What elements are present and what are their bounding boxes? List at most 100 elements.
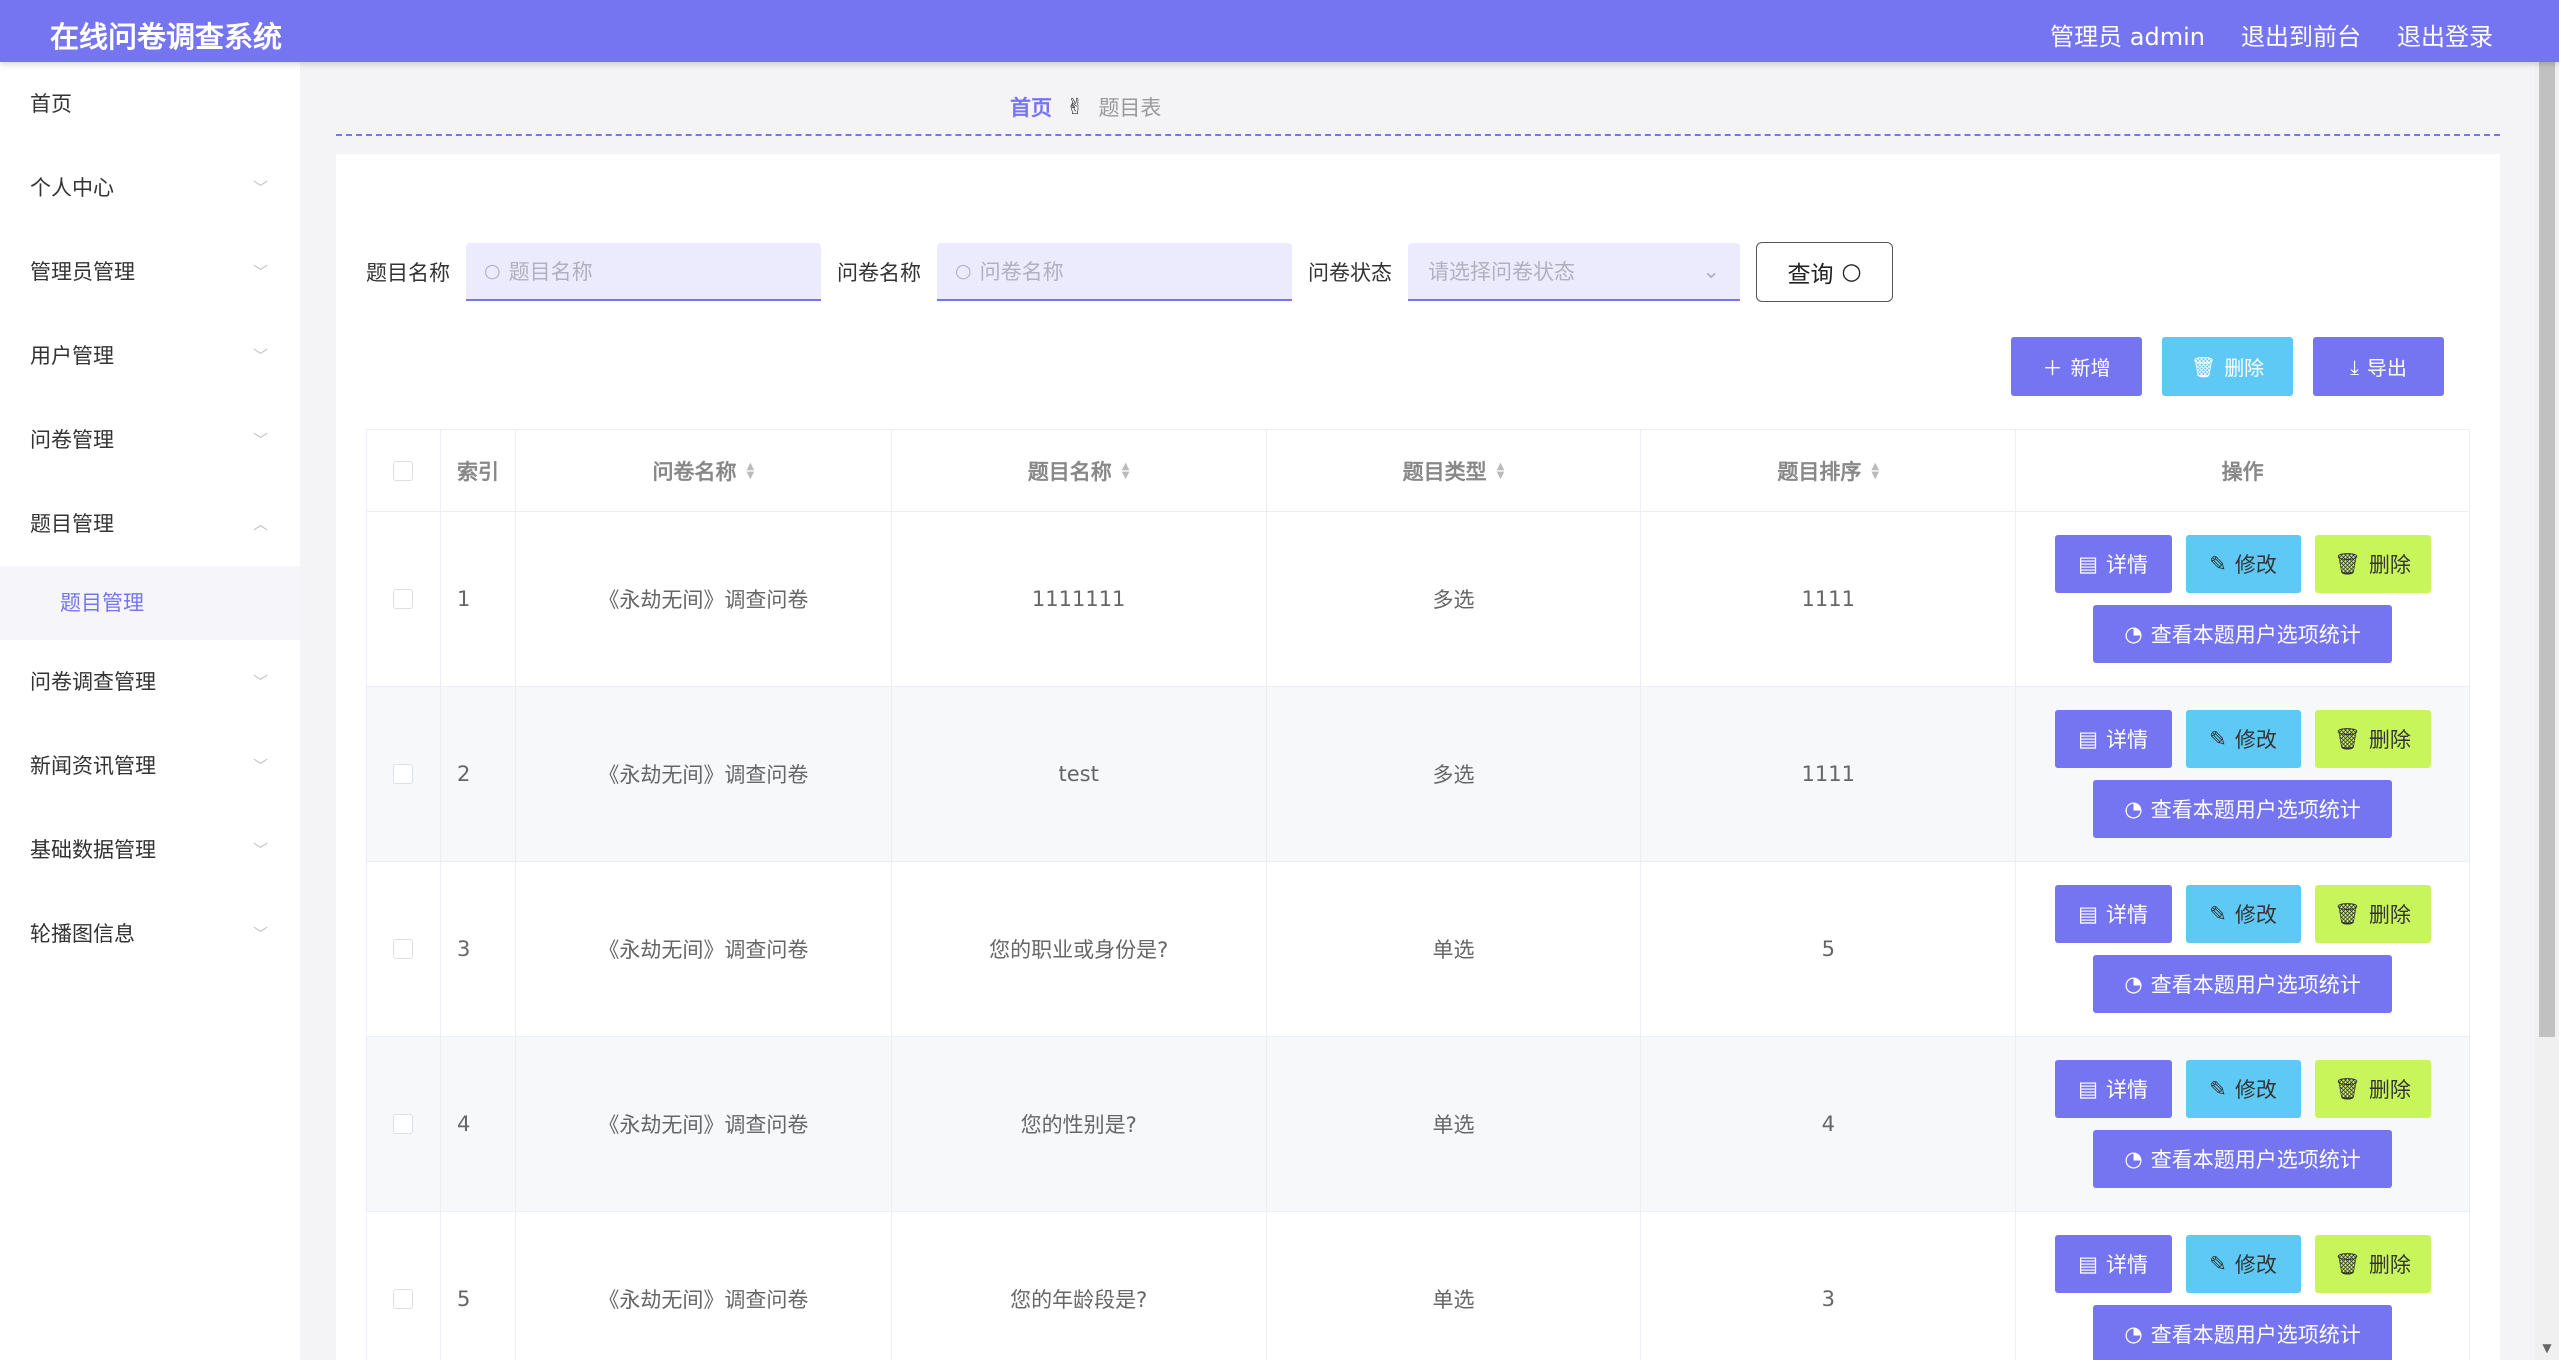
document-icon: ▤ <box>2078 902 2098 926</box>
pie-chart-icon: ◔ <box>2124 972 2143 996</box>
delete-button-label: 删除 <box>2368 728 2411 752</box>
page-scrollbar[interactable]: ▼ <box>2535 62 2559 1360</box>
detail-button[interactable]: ▤ 详情 <box>2054 710 2172 768</box>
sidebar-item[interactable]: 轮播图信息 ﹀ <box>0 892 300 976</box>
sidebar-item[interactable]: 首页 <box>0 62 300 146</box>
cell-topic: 您的职业或身份是? <box>891 862 1267 1037</box>
scrollbar-thumb[interactable] <box>2539 62 2555 1037</box>
bulk-delete-button[interactable]: 🗑 删除 <box>2162 337 2293 396</box>
edit-button[interactable]: ✎ 修改 <box>2185 535 2301 593</box>
option-stats-button[interactable]: ◔ 查看本题用户选项统计 <box>2093 1305 2393 1360</box>
delete-button-label: 删除 <box>2368 1253 2411 1277</box>
logout-link[interactable]: 退出登录 <box>2397 17 2493 52</box>
header-questionnaire[interactable]: 问卷名称 ▲ ▼ <box>515 430 892 512</box>
cell-type: 多选 <box>1266 512 1642 687</box>
breadcrumb-home[interactable]: 首页 <box>1010 92 1052 122</box>
delete-button[interactable]: 🗑 删除 <box>2314 1235 2431 1293</box>
pencil-icon: ✎ <box>2209 552 2227 576</box>
row-checkbox[interactable] <box>393 764 414 784</box>
header-type[interactable]: 题目类型 ▲ ▼ <box>1266 430 1642 512</box>
option-stats-label: 查看本题用户选项统计 <box>2150 973 2361 997</box>
cell-ops: ▤ 详情 ✎ 修改 🗑 删除 ◔ 查看本题用户选项统计 <box>2016 1212 2470 1360</box>
sidebar-item[interactable]: 问卷调查管理 ﹀ <box>0 640 300 724</box>
sidebar-item[interactable]: 个人中心 ﹀ <box>0 146 300 230</box>
option-stats-button[interactable]: ◔ 查看本题用户选项统计 <box>2093 955 2393 1013</box>
edit-button[interactable]: ✎ 修改 <box>2185 1060 2301 1118</box>
row-checkbox[interactable] <box>393 1114 414 1134</box>
sort-icon[interactable]: ▲ ▼ <box>1871 461 1879 480</box>
header-sort[interactable]: 题目排序 ▲ ▼ <box>1641 430 2017 512</box>
sidebar-subitem-topic-management[interactable]: 题目管理 <box>0 566 300 640</box>
cell-questionnaire: 《永劫无间》调查问卷 <box>515 1037 892 1212</box>
document-icon: ▤ <box>2078 552 2098 576</box>
row-actions: ▤ 详情 ✎ 修改 🗑 删除 ◔ 查看本题用户选项统计 <box>2054 885 2431 1013</box>
sidebar-item[interactable]: 新闻资讯管理 ﹀ <box>0 724 300 808</box>
topic-name-input[interactable]: ○ 题目名称 <box>466 243 821 301</box>
sidebar-item[interactable]: 用户管理 ﹀ <box>0 314 300 398</box>
questionnaire-name-input[interactable]: ○ 问卷名称 <box>937 243 1292 301</box>
trash-icon: 🗑 <box>2190 354 2217 379</box>
sort-icon[interactable]: ▲ ▼ <box>746 461 754 480</box>
header-topic-label: 题目名称 <box>1027 459 1112 484</box>
delete-button[interactable]: 🗑 删除 <box>2314 535 2431 593</box>
questionnaire-status-select[interactable]: 请选择问卷状态 ⌄ <box>1408 243 1740 301</box>
cell-sort: 1111 <box>1641 687 2017 862</box>
row-checkbox[interactable] <box>393 1289 414 1309</box>
sidebar-item[interactable]: 基础数据管理 ﹀ <box>0 808 300 892</box>
admin-user-label[interactable]: 管理员 admin <box>2050 17 2205 52</box>
breadcrumb-divider <box>336 134 2500 136</box>
query-button-label: 查询 <box>1787 262 1834 288</box>
row-actions-top: ▤ 详情 ✎ 修改 🗑 删除 <box>2054 535 2431 593</box>
cell-questionnaire: 《永劫无间》调查问卷 <box>516 1212 892 1360</box>
cell-type: 单选 <box>1267 1212 1642 1360</box>
export-button-label: 导出 <box>2366 356 2407 380</box>
detail-button[interactable]: ▤ 详情 <box>2054 1235 2172 1293</box>
sidebar-item-label: 题目管理 <box>30 512 114 536</box>
scroll-down-icon[interactable]: ▼ <box>2535 1336 2559 1360</box>
row-actions-top: ▤ 详情 ✎ 修改 🗑 删除 <box>2054 710 2431 768</box>
sidebar-item-label: 新闻资讯管理 <box>30 754 156 778</box>
sidebar-item[interactable]: 管理员管理 ﹀ <box>0 230 300 314</box>
sidebar-item[interactable]: 题目管理 ︿ <box>0 482 300 566</box>
cell-index: 4 <box>440 1037 516 1212</box>
row-checkbox[interactable] <box>393 589 414 609</box>
option-stats-button[interactable]: ◔ 查看本题用户选项统计 <box>2093 1130 2393 1188</box>
header-topic[interactable]: 题目名称 ▲ ▼ <box>891 430 1267 512</box>
row-checkbox[interactable] <box>393 939 414 959</box>
pencil-icon: ✎ <box>2209 727 2227 751</box>
option-stats-label: 查看本题用户选项统计 <box>2150 798 2361 822</box>
option-stats-label: 查看本题用户选项统计 <box>2150 1323 2361 1347</box>
detail-button[interactable]: ▤ 详情 <box>2054 535 2172 593</box>
edit-button[interactable]: ✎ 修改 <box>2185 710 2301 768</box>
option-stats-button[interactable]: ◔ 查看本题用户选项统计 <box>2093 780 2393 838</box>
row-actions-top: ▤ 详情 ✎ 修改 🗑 删除 <box>2054 1060 2431 1118</box>
search-icon: ○ <box>1841 259 1862 285</box>
cell-type: 多选 <box>1266 687 1642 862</box>
export-button[interactable]: ⤓ 导出 <box>2313 337 2444 396</box>
add-button[interactable]: ＋ 新增 <box>2011 337 2142 396</box>
query-button[interactable]: 查询 ○ <box>1756 242 1893 302</box>
detail-button[interactable]: ▤ 详情 <box>2054 1060 2172 1118</box>
breadcrumb: 首页 ✌ 题目表 <box>1010 92 1161 122</box>
chevron-down-icon: ﹀ <box>252 673 268 691</box>
exit-to-front-link[interactable]: 退出到前台 <box>2241 17 2361 52</box>
sort-icon[interactable]: ▲ ▼ <box>1122 461 1130 480</box>
edit-button[interactable]: ✎ 修改 <box>2185 1235 2301 1293</box>
table-row: 2 《永劫无间》调查问卷 test 多选 1111 ▤ 详情 ✎ 修改 🗑 删除 ◔ 查看本题用户选项统… <box>367 687 2470 862</box>
sidebar-item-label: 问卷管理 <box>30 428 114 452</box>
edit-button[interactable]: ✎ 修改 <box>2185 885 2301 943</box>
option-stats-button[interactable]: ◔ 查看本题用户选项统计 <box>2093 605 2393 663</box>
delete-button-label: 删除 <box>2368 553 2411 577</box>
delete-button[interactable]: 🗑 删除 <box>2314 885 2431 943</box>
table-row: 1 《永劫无间》调查问卷 1111111 多选 1111 ▤ 详情 ✎ 修改 🗑 删除 ◔ 查看本题用户… <box>367 512 2470 687</box>
detail-button-label: 详情 <box>2106 1253 2148 1277</box>
chevron-down-icon: ﹀ <box>252 925 268 943</box>
option-stats-label: 查看本题用户选项统计 <box>2150 1148 2361 1172</box>
sort-icon[interactable]: ▲ ▼ <box>1497 461 1505 480</box>
detail-button[interactable]: ▤ 详情 <box>2054 885 2172 943</box>
delete-button[interactable]: 🗑 删除 <box>2314 1060 2431 1118</box>
header-sort-label: 题目排序 <box>1777 459 1862 484</box>
sidebar-item[interactable]: 问卷管理 ﹀ <box>0 398 300 482</box>
delete-button[interactable]: 🗑 删除 <box>2314 710 2431 768</box>
select-all-checkbox[interactable] <box>393 460 414 481</box>
